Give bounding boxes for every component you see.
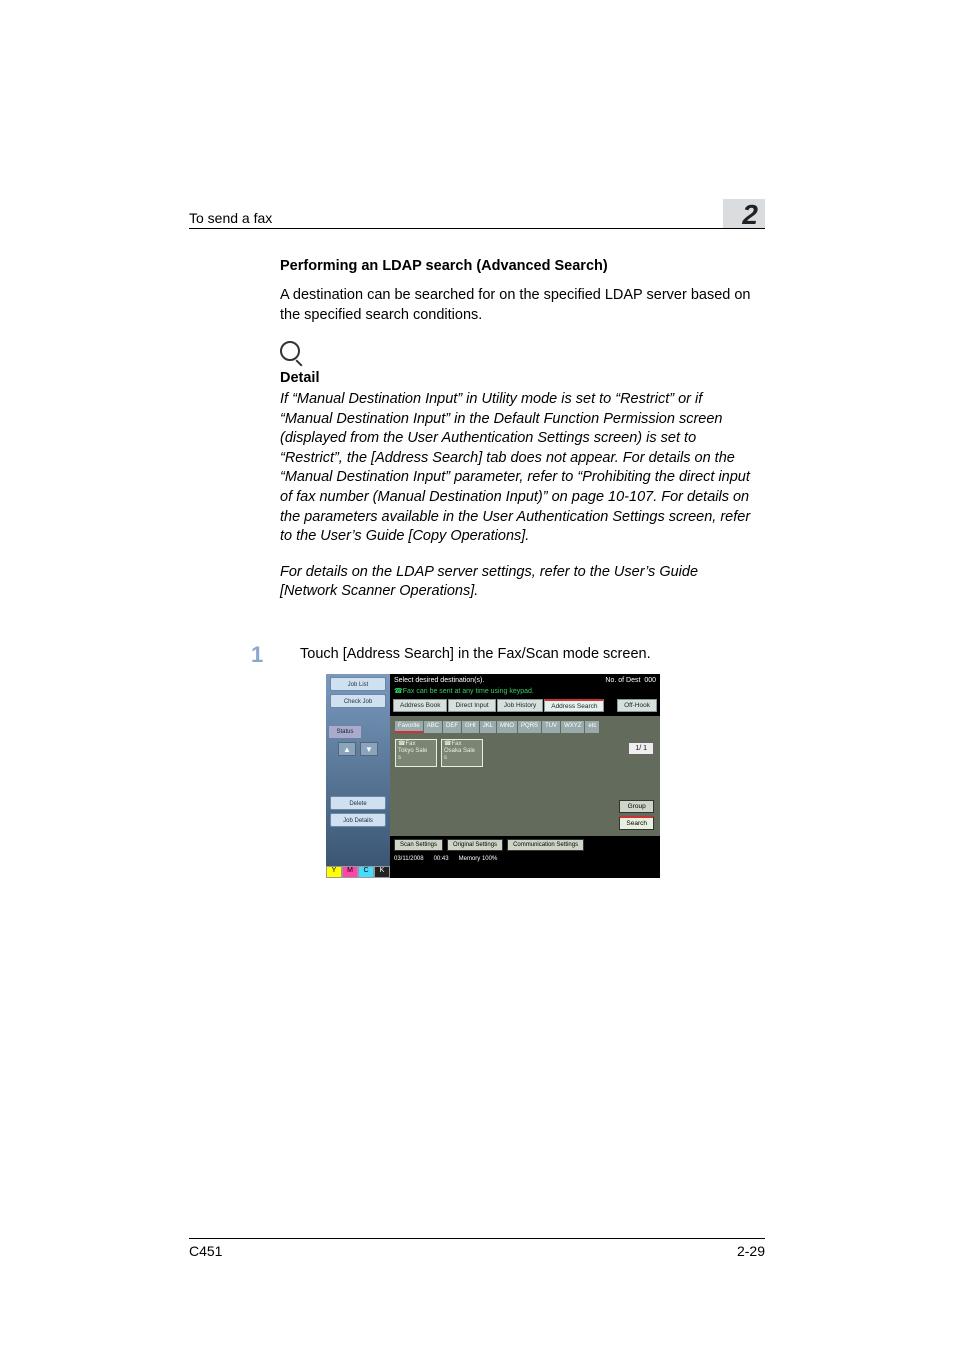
body-content: Performing an LDAP search (Advanced Sear… <box>280 258 755 618</box>
search-button[interactable]: Search <box>619 816 654 830</box>
hint-text: ☎Fax can be sent at any time using keypa… <box>390 687 660 697</box>
chapter-number: 2 <box>742 199 758 231</box>
scan-settings-button[interactable]: Scan Settings <box>394 839 443 851</box>
detail-label: Detail <box>280 370 755 386</box>
dest-count: 000 <box>644 677 656 684</box>
dest-tokyo[interactable]: ☎Fax Tokyo Sale s <box>395 739 437 767</box>
title-text: Select desired destination(s). <box>394 677 484 684</box>
tab-address-book[interactable]: Address Book <box>393 699 447 712</box>
footer-page-number: 2-29 <box>737 1243 765 1259</box>
destination-list: ☎Fax Tokyo Sale s ☎Fax Osaka Sale s <box>395 739 655 767</box>
job-details-button[interactable]: Job Details <box>330 813 386 827</box>
delete-button[interactable]: Delete <box>330 796 386 810</box>
toner-levels: Y M C K <box>326 866 390 878</box>
comm-settings-button[interactable]: Communication Settings <box>507 839 584 851</box>
toner-y: Y <box>326 866 342 878</box>
footer-rule <box>189 1238 765 1239</box>
arrow-up-icon[interactable]: ▲ <box>338 742 356 756</box>
alpha-jkl[interactable]: JKL <box>480 721 496 733</box>
tab-job-history[interactable]: Job History <box>497 699 544 712</box>
running-header: To send a fax <box>189 210 272 226</box>
magnifier-icon <box>280 341 300 361</box>
meta-date: 03/11/2008 <box>394 856 424 862</box>
alpha-def[interactable]: DEF <box>443 721 461 733</box>
toner-m: M <box>342 866 358 878</box>
title-bar: Select desired destination(s). No. of De… <box>390 674 660 687</box>
step-text: Touch [Address Search] in the Fax/Scan m… <box>300 646 651 662</box>
alpha-tuv[interactable]: TUV <box>542 721 560 733</box>
alpha-wxyz[interactable]: WXYZ <box>561 721 584 733</box>
dest-osaka[interactable]: ☎Fax Osaka Sale s <box>441 739 483 767</box>
alpha-etc[interactable]: etc <box>585 721 599 733</box>
section-subtitle: Performing an LDAP search (Advanced Sear… <box>280 258 755 274</box>
detail-paragraph-1: If “Manual Destination Input” in Utility… <box>280 390 755 547</box>
page-indicator: 1/ 1 <box>628 742 654 755</box>
step-number: 1 <box>251 642 263 668</box>
side-buttons: Group Search <box>619 800 654 830</box>
tab-off-hook[interactable]: Off-Hook <box>617 699 657 712</box>
alpha-ghi[interactable]: GHI <box>462 721 479 733</box>
alpha-abc[interactable]: ABC <box>424 721 442 733</box>
tab-address-search[interactable]: Address Search <box>544 699 604 712</box>
check-job-button[interactable]: Check Job <box>330 694 386 708</box>
header-rule <box>189 228 765 229</box>
toner-k: K <box>374 866 390 878</box>
sidebar: Job List Check Job Status ▲ ▼ Delete Job… <box>326 674 390 878</box>
meta-memory-label: Memory <box>459 856 481 862</box>
detail-paragraph-2: For details on the LDAP server settings,… <box>280 563 755 602</box>
dest-badge: No. of Dest <box>605 677 640 684</box>
footer-model: C451 <box>189 1243 222 1259</box>
meta-memory-pct: 100% <box>482 856 497 862</box>
tab-bar: Address Book Direct Input Job History Ad… <box>390 697 660 716</box>
meta-time: 00:43 <box>434 856 449 862</box>
arrow-down-icon[interactable]: ▼ <box>360 742 378 756</box>
alpha-filter: Favorite ABC DEF GHI JKL MNO PQRS TUV WX… <box>395 721 655 733</box>
original-settings-button[interactable]: Original Settings <box>447 839 503 851</box>
nav-arrows: ▲ ▼ <box>326 742 390 756</box>
device-screenshot: Job List Check Job Status ▲ ▼ Delete Job… <box>326 674 660 878</box>
job-list-button[interactable]: Job List <box>330 677 386 691</box>
group-button[interactable]: Group <box>619 800 654 813</box>
alpha-favorite[interactable]: Favorite <box>395 721 423 733</box>
bottom-bar: Scan Settings Original Settings Communic… <box>390 836 660 854</box>
status-label: Status <box>329 726 361 738</box>
main-panel: Select desired destination(s). No. of De… <box>390 674 660 878</box>
body-area: Favorite ABC DEF GHI JKL MNO PQRS TUV WX… <box>390 716 660 836</box>
alpha-mno[interactable]: MNO <box>497 721 517 733</box>
intro-paragraph: A destination can be searched for on the… <box>280 286 755 325</box>
toner-c: C <box>358 866 374 878</box>
alpha-pqrs[interactable]: PQRS <box>518 721 541 733</box>
meta-bar: 03/11/2008 00:43 Memory 100% <box>390 854 660 864</box>
tab-direct-input[interactable]: Direct Input <box>448 699 495 712</box>
